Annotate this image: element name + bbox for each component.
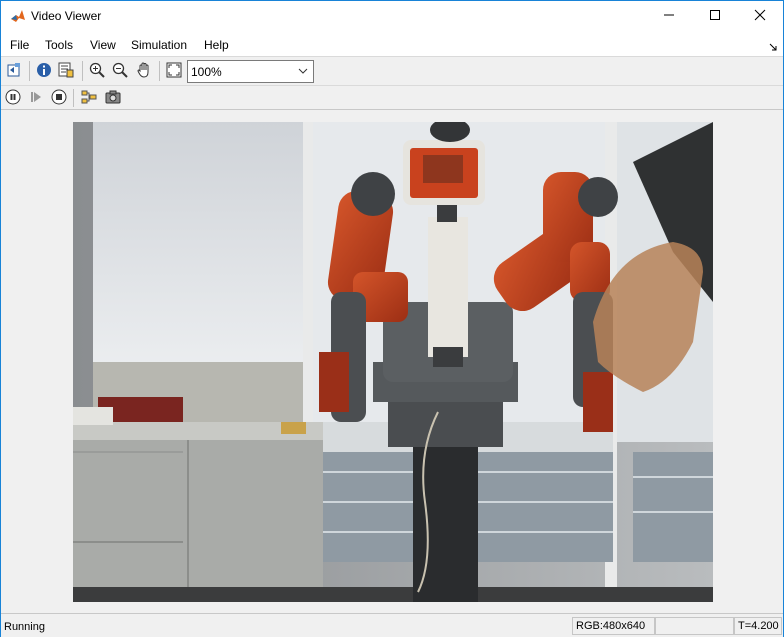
- export-icon: [58, 62, 74, 81]
- status-time: T=4.200: [734, 617, 782, 635]
- toolbar-separator: [159, 61, 160, 81]
- info-icon: [36, 62, 52, 81]
- print-to-figure-button[interactable]: [4, 61, 24, 81]
- snapshot-button[interactable]: [103, 88, 123, 108]
- maximize-button[interactable]: [692, 1, 738, 32]
- chevron-down-icon: [297, 65, 309, 80]
- menu-view[interactable]: View: [90, 38, 116, 52]
- pan-hand-icon: [136, 61, 152, 81]
- minimize-icon: [663, 9, 675, 24]
- toolbar-separator: [73, 89, 74, 107]
- close-icon: [754, 9, 766, 24]
- main-toolbar: [1, 57, 783, 86]
- info-button[interactable]: [34, 61, 54, 81]
- pause-button[interactable]: [3, 88, 23, 108]
- video-viewer-window: Video Viewer File Tools View Simulation …: [0, 0, 784, 637]
- robot-camera-frame: [73, 122, 713, 602]
- highlight-block-button[interactable]: [79, 88, 99, 108]
- zoom-out-button[interactable]: [110, 61, 130, 81]
- playback-toolbar: [1, 86, 783, 110]
- zoom-in-icon: [89, 62, 105, 81]
- matlab-logo-icon: [10, 8, 26, 24]
- close-button[interactable]: [737, 1, 783, 32]
- video-frame[interactable]: [73, 122, 713, 602]
- video-display-area: [1, 110, 783, 613]
- window-title: Video Viewer: [31, 9, 102, 23]
- fit-to-window-icon: [166, 62, 182, 81]
- step-forward-button[interactable]: [26, 88, 46, 108]
- minimize-button[interactable]: [646, 1, 692, 32]
- menu-help[interactable]: Help: [204, 38, 229, 52]
- print-to-figure-icon: [6, 62, 22, 81]
- menu-tools[interactable]: Tools: [45, 38, 73, 52]
- snapshot-camera-icon: [105, 89, 121, 108]
- status-resolution: RGB:480x640: [572, 617, 655, 635]
- export-button[interactable]: [56, 61, 76, 81]
- fit-to-window-button[interactable]: [164, 61, 184, 81]
- menu-bar: File Tools View Simulation Help: [1, 32, 783, 57]
- status-bar: Running RGB:480x640 T=4.200: [1, 613, 783, 637]
- zoom-out-icon: [112, 62, 128, 81]
- status-empty-cell: [655, 617, 734, 635]
- title-bar: Video Viewer: [1, 1, 783, 32]
- pan-button[interactable]: [134, 61, 154, 81]
- dock-arrow-icon[interactable]: [769, 40, 777, 54]
- maximize-icon: [709, 9, 721, 24]
- menu-simulation[interactable]: Simulation: [131, 38, 187, 52]
- highlight-block-icon: [81, 89, 97, 108]
- stop-button[interactable]: [49, 88, 69, 108]
- stop-icon: [51, 89, 67, 108]
- status-state: Running: [4, 621, 45, 633]
- menu-file[interactable]: File: [10, 38, 29, 52]
- step-forward-icon: [28, 89, 44, 108]
- zoom-in-button[interactable]: [87, 61, 107, 81]
- zoom-value: 100%: [191, 65, 222, 79]
- toolbar-separator: [29, 61, 30, 81]
- pause-icon: [5, 89, 21, 108]
- toolbar-separator: [82, 61, 83, 81]
- zoom-select[interactable]: 100%: [187, 60, 314, 83]
